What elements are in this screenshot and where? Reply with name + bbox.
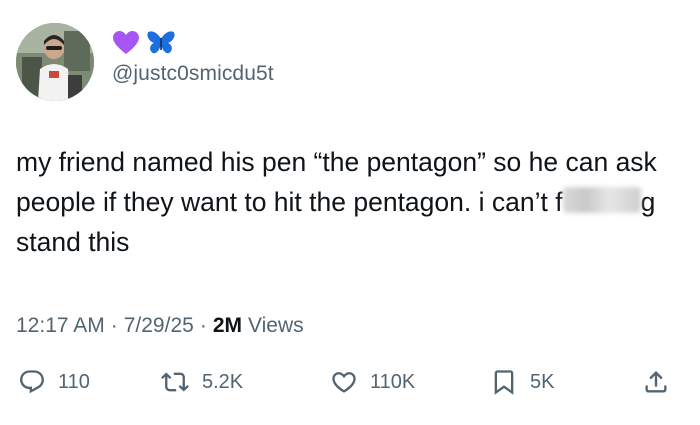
bookmark-icon — [494, 370, 514, 395]
tweet-date[interactable]: 7/29/25 — [124, 314, 194, 338]
share-button[interactable] — [642, 368, 670, 396]
author-display-name[interactable] — [112, 29, 176, 57]
tweet-meta: 12:17 AM · 7/29/25 · 2M Views — [16, 314, 304, 338]
bookmark-button[interactable]: 5K — [490, 368, 554, 396]
tweet-text: my friend named his pen “the pentagon” s… — [16, 142, 676, 262]
retweet-count: 5.2K — [202, 370, 244, 393]
tweet-text-before: my friend named his pen “the pentagon” s… — [16, 147, 657, 217]
views-label: Views — [248, 314, 304, 337]
meta-separator: · — [110, 314, 118, 337]
author-avatar[interactable] — [16, 23, 94, 101]
meta-separator: · — [199, 314, 207, 337]
views-count: 2M — [212, 314, 242, 337]
tweet-time[interactable]: 12:17 AM — [16, 314, 105, 338]
retweet-icon — [161, 372, 189, 392]
butterfly-icon — [147, 31, 175, 54]
bookmark-count: 5K — [530, 370, 555, 393]
reply-icon — [20, 370, 44, 394]
like-count: 110K — [370, 370, 416, 393]
tweet-action-bar: 110 5.2K 110K 5K — [0, 368, 700, 408]
reply-button[interactable]: 110 — [18, 368, 90, 396]
like-button[interactable]: 110K — [330, 368, 415, 396]
heart-icon — [332, 372, 356, 393]
censored-word: ucki — [562, 187, 641, 213]
avatar-photo — [16, 23, 94, 101]
share-icon — [645, 371, 667, 393]
reply-count: 110 — [58, 370, 90, 393]
purple-heart-icon — [113, 31, 139, 54]
author-handle[interactable]: @justc0smicdu5t — [112, 62, 274, 86]
retweet-button[interactable]: 5.2K — [160, 368, 243, 396]
